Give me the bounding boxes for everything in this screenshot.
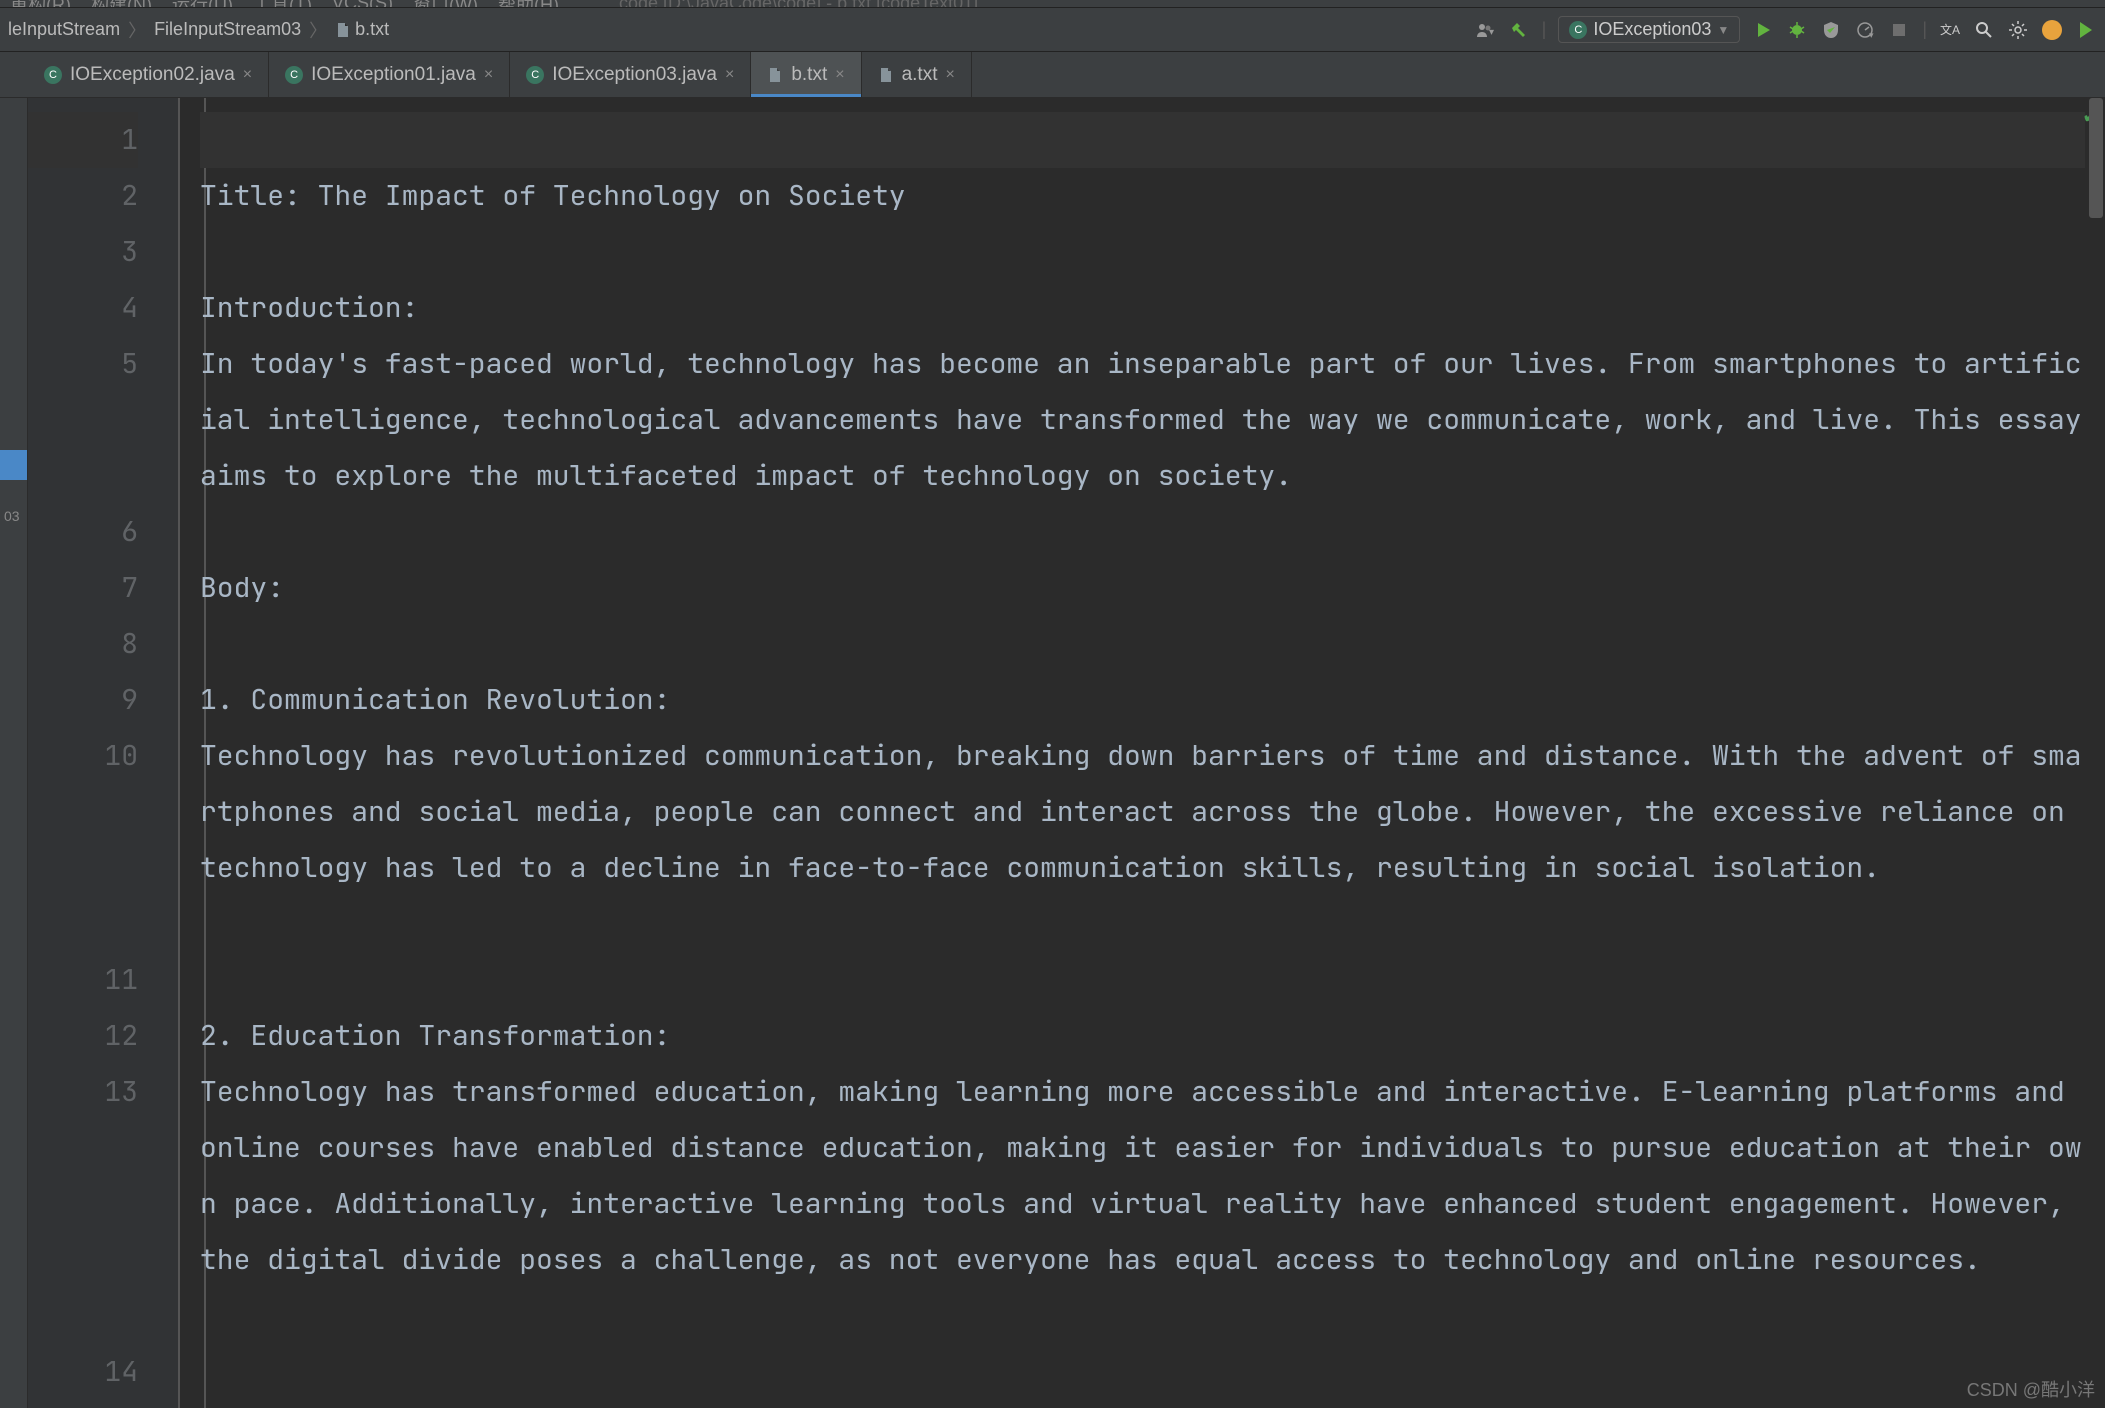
tab-label: a.txt xyxy=(902,64,938,86)
code-line[interactable]: Body: xyxy=(200,560,2085,616)
text-file-icon xyxy=(767,67,783,83)
tab-label: IOException03.java xyxy=(552,64,717,86)
code-line[interactable] xyxy=(200,112,2085,168)
users-icon[interactable]: ▾ xyxy=(1474,19,1496,41)
breadcrumb-label: leInputStream xyxy=(8,19,120,40)
breadcrumb-label: b.txt xyxy=(355,19,389,40)
chevron-down-icon: ▼ xyxy=(1717,23,1729,37)
code-content[interactable]: Title: The Impact of Technology on Socie… xyxy=(180,98,2105,1408)
run-configuration-selector[interactable]: C IOException03 ▼ xyxy=(1558,16,1740,43)
debug-icon[interactable] xyxy=(1786,19,1808,41)
gutter-line-numbers: 1234567891011121314 xyxy=(28,98,180,1408)
breadcrumb-item[interactable]: leInputStream xyxy=(8,19,120,40)
chevron-right-icon: 〉 xyxy=(124,17,150,43)
line-number: 12 xyxy=(28,1008,138,1064)
navigation-toolbar: leInputStream 〉 FileInputStream03 〉 b.tx… xyxy=(0,8,2105,52)
line-number: 4 xyxy=(28,280,138,336)
line-number: 11 xyxy=(28,952,138,1008)
plugin-icon[interactable] xyxy=(2075,19,2097,41)
code-line[interactable] xyxy=(200,616,2085,672)
line-number: 10 xyxy=(28,728,138,952)
menu-item[interactable]: VCS(S) xyxy=(332,0,393,8)
tab-IOException01-java[interactable]: C IOException01.java × xyxy=(269,52,510,97)
editor-tabs: C IOException02.java × C IOException01.java ×… xyxy=(0,52,2105,98)
menu-item[interactable]: 工具(T) xyxy=(253,0,312,8)
tool-marker[interactable] xyxy=(0,450,27,480)
java-class-icon: C xyxy=(44,66,62,84)
code-line[interactable]: Title: The Impact of Technology on Socie… xyxy=(200,168,2085,224)
menu-item[interactable]: 构建(N) xyxy=(91,0,152,8)
editor-marks-strip: ✔ xyxy=(2083,98,2105,1408)
breadcrumb-item[interactable]: b.txt xyxy=(335,19,389,40)
menu-item[interactable]: 窗口(W) xyxy=(413,0,478,8)
line-number: 7 xyxy=(28,560,138,616)
translate-icon[interactable]: 文A xyxy=(1939,19,1961,41)
breadcrumb: leInputStream 〉 FileInputStream03 〉 b.tx… xyxy=(8,17,389,43)
line-number: 2 xyxy=(28,168,138,224)
run-icon[interactable] xyxy=(1752,19,1774,41)
tab-label: IOException02.java xyxy=(70,64,235,86)
file-icon xyxy=(335,22,351,38)
java-class-icon: C xyxy=(285,66,303,84)
hammer-icon[interactable] xyxy=(1508,19,1530,41)
editor-area: 1234567891011121314 Title: The Impact of… xyxy=(28,98,2105,1408)
java-icon: C xyxy=(1569,21,1587,39)
line-number: 13 xyxy=(28,1064,138,1344)
svg-text:▾: ▾ xyxy=(1489,27,1494,38)
line-number: 6 xyxy=(28,504,138,560)
watermark-text: CSDN @酷小洋 xyxy=(1967,1376,2095,1402)
close-icon[interactable]: × xyxy=(484,66,493,84)
code-line[interactable]: Technology has transformed education, ma… xyxy=(200,1064,2085,1344)
code-line[interactable]: Technology has revolutionized communicat… xyxy=(200,728,2085,952)
tab-IOException02-java[interactable]: C IOException02.java × xyxy=(28,52,269,97)
code-line[interactable] xyxy=(200,224,2085,280)
line-number: 5 xyxy=(28,336,138,504)
tab-label: b.txt xyxy=(791,64,827,86)
close-icon[interactable]: × xyxy=(945,66,954,84)
line-number: 14 xyxy=(28,1344,138,1400)
search-icon[interactable] xyxy=(1973,19,1995,41)
close-icon[interactable]: × xyxy=(243,66,252,84)
coverage-icon[interactable] xyxy=(1820,19,1842,41)
code-line[interactable] xyxy=(200,952,2085,1008)
stop-icon[interactable] xyxy=(1888,19,1910,41)
menu-bar[interactable]: 重构(R) 构建(N) 运行(U) 工具(T) VCS(S) 窗口(W) 帮助(… xyxy=(0,0,2105,8)
line-number: 8 xyxy=(28,616,138,672)
text-file-icon xyxy=(878,67,894,83)
menu-item[interactable]: 运行(U) xyxy=(172,0,233,8)
svg-text:▾: ▾ xyxy=(1869,30,1874,40)
menu-item[interactable]: 帮助(H) xyxy=(498,0,559,8)
line-number: 1 xyxy=(28,112,138,168)
tab-b-txt[interactable]: b.txt × xyxy=(751,52,861,97)
breadcrumb-label: FileInputStream03 xyxy=(154,19,301,40)
menu-item[interactable]: 重构(R) xyxy=(10,0,71,8)
close-icon[interactable]: × xyxy=(835,66,844,84)
profiler-icon[interactable]: ▾ xyxy=(1854,19,1876,41)
code-line[interactable]: 1. Communication Revolution: xyxy=(200,672,2085,728)
window-title: code [D:\JavaCode\code] - b.txt [codeTex… xyxy=(619,0,978,8)
code-line[interactable]: 2. Education Transformation: xyxy=(200,1008,2085,1064)
close-icon[interactable]: × xyxy=(725,66,734,84)
tab-a-txt[interactable]: a.txt × xyxy=(862,52,972,97)
tab-IOException03-java[interactable]: C IOException03.java × xyxy=(510,52,751,97)
left-tool-strip[interactable]: 03 xyxy=(0,98,28,1408)
code-line[interactable] xyxy=(200,504,2085,560)
line-number: 9 xyxy=(28,672,138,728)
breadcrumb-item[interactable]: FileInputStream03 xyxy=(154,19,301,40)
code-line[interactable]: In today's fast-paced world, technology … xyxy=(200,336,2085,504)
run-config-label: IOException03 xyxy=(1593,19,1711,40)
scrollbar-thumb[interactable] xyxy=(2089,98,2103,218)
settings-icon[interactable] xyxy=(2007,19,2029,41)
chevron-right-icon: 〉 xyxy=(305,17,331,43)
line-number: 3 xyxy=(28,224,138,280)
tool-label[interactable]: 03 xyxy=(4,508,20,524)
svg-text:文A: 文A xyxy=(1940,22,1960,37)
avatar-icon[interactable] xyxy=(2041,19,2063,41)
toolbar-right: ▾ | C IOException03 ▼ ▾ | 文A xyxy=(1474,16,2097,43)
tab-label: IOException01.java xyxy=(311,64,476,86)
java-class-icon: C xyxy=(526,66,544,84)
code-line[interactable]: Introduction: xyxy=(200,280,2085,336)
code-line[interactable] xyxy=(200,1344,2085,1400)
